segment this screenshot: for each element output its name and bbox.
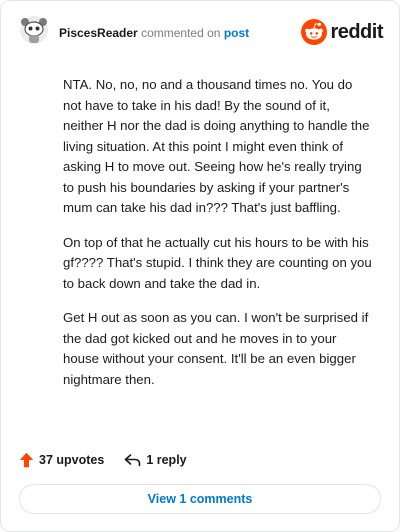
comment-paragraph-2: On top of that he actually cut his hours… (63, 234, 372, 291)
reply-button[interactable]: 1 reply (124, 453, 187, 467)
comment-paragraph-1: NTA. No, no, no and a thousand times no.… (63, 77, 370, 215)
reddit-brand[interactable]: reddit (301, 19, 383, 45)
view-comments-button[interactable]: View 1 comments (19, 484, 381, 514)
view-comments-label: View 1 comments (147, 492, 253, 506)
action-text: commented on (141, 26, 221, 40)
byline: PiscesReader commented on post (59, 25, 249, 41)
comment-body: NTA. No, no, no and a thousand times no.… (63, 75, 373, 404)
reddit-logo-icon (301, 19, 328, 45)
reply-count: 1 reply (146, 453, 187, 467)
author-name[interactable]: PiscesReader (59, 26, 138, 40)
upvote-button[interactable]: 37 upvotes (19, 452, 104, 468)
reddit-wordmark: reddit (330, 20, 383, 43)
upvote-arrow-icon (19, 452, 34, 468)
reply-arrow-icon (125, 454, 141, 467)
post-link[interactable]: post (224, 26, 249, 40)
snoo-avatar-icon[interactable] (19, 15, 49, 45)
comment-actions: 37 upvotes 1 reply (19, 449, 187, 471)
comment-card: PiscesReader commented on post reddit NT… (0, 0, 400, 532)
upvote-count: 37 upvotes (39, 453, 105, 467)
comment-header: PiscesReader commented on post reddit (19, 13, 383, 53)
comment-paragraph-3: Get H out as soon as you can. I won't be… (63, 310, 369, 387)
